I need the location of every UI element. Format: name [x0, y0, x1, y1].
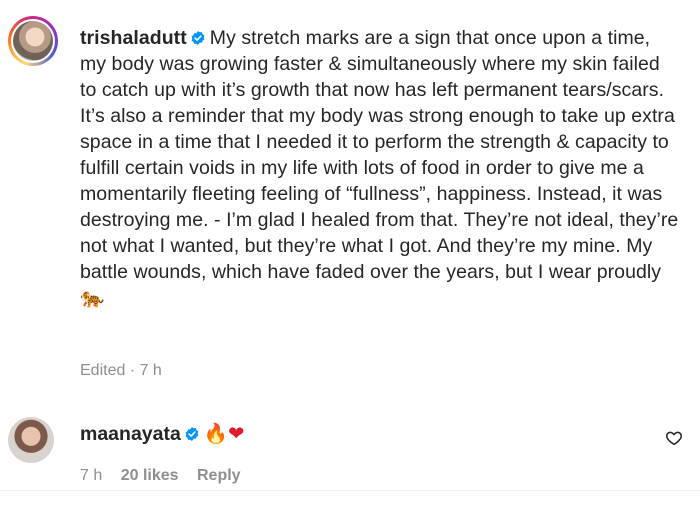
caption-body: My stretch marks are a sign that once up…	[80, 27, 679, 283]
reply-button[interactable]: Reply	[197, 467, 241, 484]
caption-username[interactable]: trishaladutt	[80, 27, 187, 49]
tiger-emoji: 🐅	[80, 286, 105, 309]
verified-badge-icon	[185, 427, 199, 441]
comment-likes-button[interactable]: 20 likes	[121, 467, 179, 484]
comment-time: 7 h	[80, 467, 103, 484]
caption-text-block: trishaladutt My stretch marks are a sign …	[80, 25, 680, 311]
caption-meta: Edited · 7 h	[80, 362, 162, 379]
commenter-avatar[interactable]	[8, 417, 54, 463]
verified-badge-icon	[191, 31, 205, 45]
heart-emoji: ❤	[228, 422, 245, 445]
comment-line: maanayata 🔥❤	[80, 421, 244, 447]
fire-emoji: 🔥	[203, 422, 229, 445]
heart-like-icon[interactable]	[665, 429, 683, 447]
story-ring-avatar[interactable]	[8, 16, 58, 66]
comment-actions: 7 h 20 likes Reply	[80, 467, 255, 485]
avatar	[13, 21, 53, 61]
comment-username[interactable]: maanayata	[80, 423, 181, 445]
divider	[0, 490, 700, 491]
comment-item: maanayata 🔥❤ 7 h 20 likes Reply	[0, 415, 700, 495]
